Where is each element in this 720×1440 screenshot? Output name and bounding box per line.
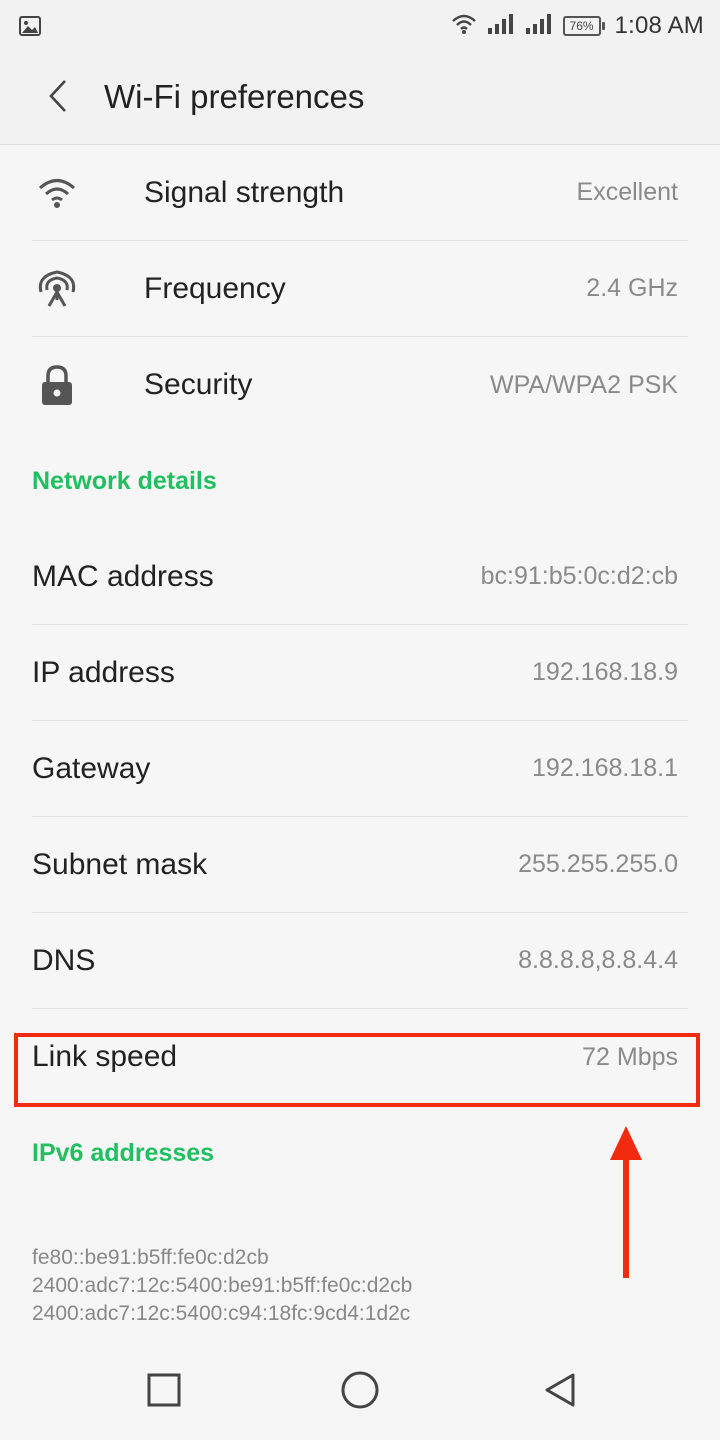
triangle-left-icon [543, 1372, 577, 1413]
red-arrow-annotation [610, 1126, 642, 1278]
signal-icon [487, 13, 515, 40]
row-value: WPA/WPA2 PSK [489, 370, 678, 399]
link-speed-highlight-box [14, 1033, 700, 1107]
row-value: 192.168.18.9 [532, 658, 678, 686]
row-label: Subnet mask [32, 847, 208, 881]
ipv6-address: 2400:adc7:12c:5400:c94:18fc:9cd4:1d2c [32, 1302, 411, 1325]
frequency-row: Frequency 2.4 GHz [32, 241, 688, 337]
battery-percent: 76% [562, 16, 601, 36]
row-label: Frequency [144, 271, 286, 305]
row-label: Signal strength [144, 175, 345, 209]
back-nav-button[interactable] [532, 1364, 588, 1420]
security-row: Security WPA/WPA2 PSK [32, 337, 688, 433]
network-details-header: Network details [32, 466, 217, 495]
ipv6-address: fe80::be91:b5ff:fe0c:d2cb [32, 1246, 269, 1269]
row-label: Security [144, 368, 253, 401]
ipv6-address-list: fe80::be91:b5ff:fe0c:d2cb 2400:adc7:12c:… [32, 1244, 412, 1328]
recents-button[interactable] [136, 1364, 192, 1420]
row-label: DNS [32, 943, 96, 977]
home-button[interactable] [332, 1364, 388, 1420]
subnet-mask-row: Subnet mask 255.255.255.0 [32, 817, 688, 913]
antenna-icon [32, 264, 82, 314]
row-value: 255.255.255.0 [518, 850, 678, 878]
app-bar: Wi-Fi preferences [0, 56, 720, 145]
chevron-left-icon [45, 78, 71, 119]
status-bar: 76% 1:08 AM [0, 0, 720, 56]
wifi-icon [32, 168, 82, 218]
lock-icon [32, 360, 82, 410]
circle-icon [340, 1370, 380, 1415]
row-value: 8.8.8.8,8.8.4.4 [518, 946, 678, 974]
image-icon [18, 14, 42, 43]
ip-address-row: IP address 192.168.18.9 [32, 625, 688, 721]
ipv6-address: 2400:adc7:12c:5400:be91:b5ff:fe0c:d2cb [32, 1274, 413, 1297]
status-time: 1:08 AM [614, 12, 704, 39]
square-icon [146, 1372, 182, 1413]
signal-icon [525, 13, 553, 40]
row-value: Excellent [576, 178, 678, 206]
page-title: Wi-Fi preferences [104, 78, 365, 115]
gateway-row: Gateway 192.168.18.1 [32, 721, 688, 817]
dns-row: DNS 8.8.8.8,8.8.4.4 [32, 913, 688, 1009]
row-value: 192.168.18.1 [532, 754, 678, 782]
signal-strength-row: Signal strength Excellent [32, 145, 688, 241]
navigation-bar [0, 1344, 720, 1440]
back-button[interactable] [36, 76, 80, 120]
row-label: IP address [32, 655, 175, 689]
row-value: 2.4 GHz [586, 274, 678, 302]
mac-address-row: MAC address bc:91:b5:0c:d2:cb [32, 529, 688, 625]
row-value: bc:91:b5:0c:d2:cb [480, 562, 678, 590]
row-label: MAC address [32, 559, 214, 593]
wifi-icon [451, 13, 477, 40]
battery-icon: 76% [562, 16, 605, 36]
row-label: Gateway [32, 751, 151, 785]
